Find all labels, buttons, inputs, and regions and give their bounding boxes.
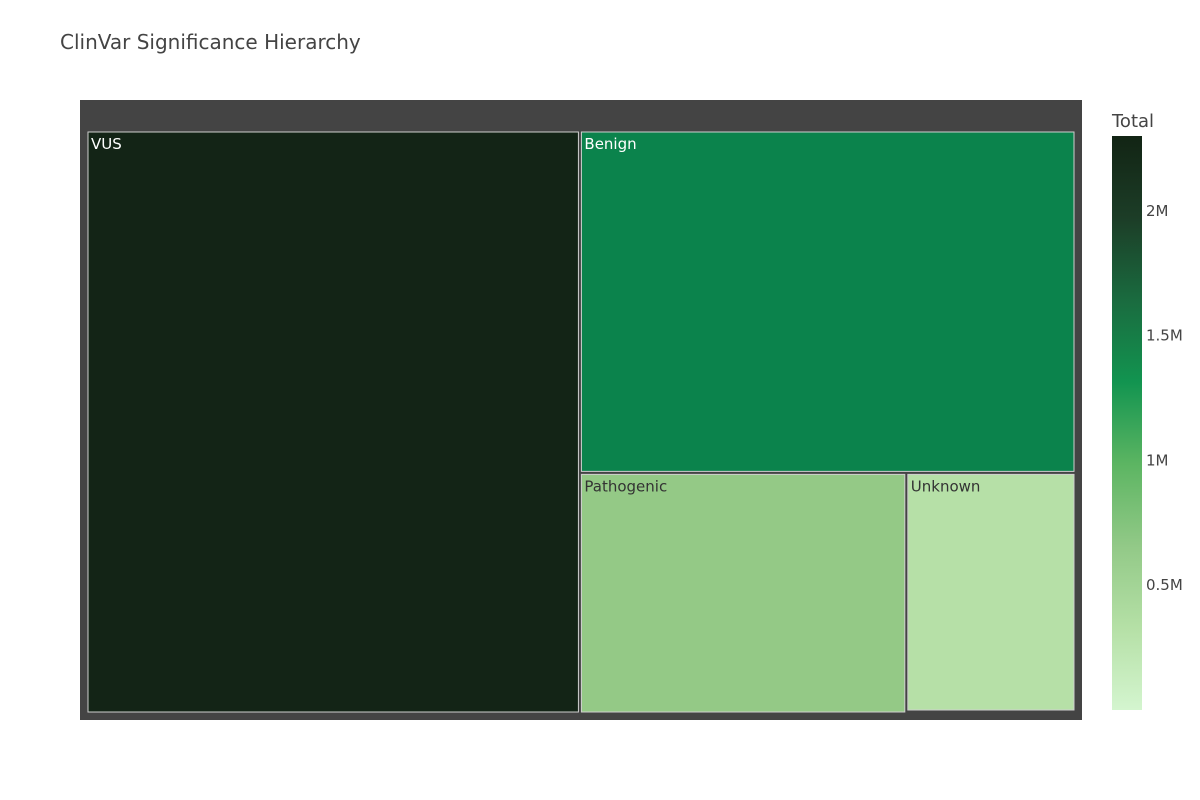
tile-label-benign: Benign bbox=[584, 135, 636, 153]
treemap-chart: VUS Benign Pathogenic Unknown Total 0.5M 1M 1… bbox=[80, 100, 1183, 720]
tile-label-pathogenic: Pathogenic bbox=[584, 477, 667, 495]
tile-vus[interactable] bbox=[87, 131, 579, 713]
tile-benign[interactable] bbox=[580, 131, 1075, 472]
treemap-tiles: VUS Benign Pathogenic Unknown bbox=[87, 131, 1075, 713]
colorbar-tick-label: 1.5M bbox=[1146, 327, 1183, 345]
colorbar-tick-label: 2M bbox=[1146, 202, 1169, 220]
colorbar-title: Total bbox=[1111, 111, 1154, 132]
colorbar-tick-label: 0.5M bbox=[1146, 576, 1183, 594]
tile-label-unknown: Unknown bbox=[911, 477, 981, 495]
colorbar: Total 0.5M 1M 1.5M 2M bbox=[1111, 111, 1183, 710]
tile-pathogenic[interactable] bbox=[580, 473, 906, 713]
tile-unknown[interactable] bbox=[907, 473, 1075, 711]
tile-label-vus: VUS bbox=[91, 135, 122, 153]
colorbar-gradient bbox=[1112, 136, 1142, 710]
colorbar-tick-label: 1M bbox=[1146, 451, 1169, 469]
